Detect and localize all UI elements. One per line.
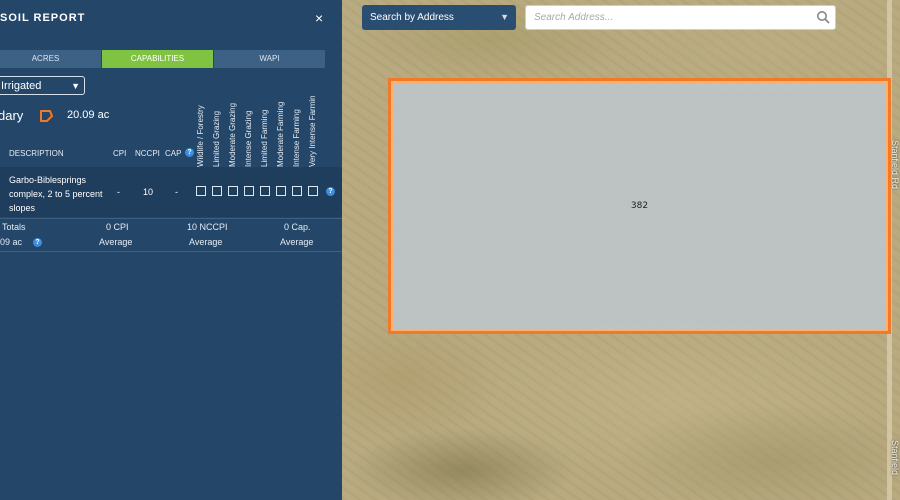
parcel-shape-icon <box>40 110 53 122</box>
capability-checkbox[interactable] <box>212 186 222 196</box>
soil-cap: - <box>175 187 178 197</box>
tab-wapi[interactable]: WAPI <box>214 50 325 68</box>
column-cap: CAP <box>165 149 182 158</box>
table-row[interactable]: Garbo-Biblesprings complex, 2 to 5 perce… <box>0 167 342 217</box>
capability-checkbox[interactable] <box>228 186 238 196</box>
table-header: DESCRIPTION CPI NCCPI CAP <box>0 144 342 164</box>
totals-label: Totals <box>2 222 26 232</box>
boundary-label: dary <box>0 108 24 123</box>
totals-nccpi: 10 NCCPI <box>187 222 228 232</box>
search-icon[interactable] <box>816 10 830 24</box>
boundary-acres: 20.09 ac <box>67 109 110 121</box>
panel-title: SOIL REPORT <box>0 12 86 24</box>
tab-capabilities[interactable]: CAPABILITIES <box>102 50 213 68</box>
help-icon[interactable]: ? <box>185 148 194 157</box>
capability-checkbox[interactable] <box>244 186 254 196</box>
totals-acres: 09 ac <box>0 237 23 247</box>
tab-bar: ACRES CAPABILITIES WAPI <box>0 50 326 68</box>
totals-cpi-sub: Average <box>99 237 133 247</box>
capability-checkbox[interactable] <box>276 186 286 196</box>
capability-checkbox[interactable] <box>196 186 206 196</box>
road-label: Stanfield <box>890 440 900 476</box>
soil-nccpi: 10 <box>143 187 154 197</box>
close-icon[interactable]: × <box>315 10 323 26</box>
tab-acres[interactable]: ACRES <box>0 50 101 68</box>
soil-report-panel: SOIL REPORT × ACRES CAPABILITIES WAPI Ir… <box>0 0 342 500</box>
soil-description: Garbo-Biblesprings complex, 2 to 5 perce… <box>9 175 103 213</box>
irrigation-select-value: Irrigated <box>1 80 42 92</box>
column-nccpi: NCCPI <box>135 149 160 158</box>
soil-cpi: - <box>117 187 120 197</box>
chevron-down-icon: ▼ <box>500 12 509 22</box>
capability-checkbox[interactable] <box>260 186 270 196</box>
parcel-label: 382 <box>630 201 649 211</box>
parcel-boundary[interactable]: 382 <box>388 78 891 334</box>
irrigation-select[interactable]: Irrigated ▼ <box>0 76 85 95</box>
totals-cpi: 0 CPI <box>106 222 129 232</box>
totals-cap: 0 Cap. <box>284 222 311 232</box>
totals-row: Totals 09 ac ? 0 CPI Average 10 NCCPI Av… <box>0 218 342 252</box>
totals-cap-sub: Average <box>280 237 314 247</box>
column-cpi: CPI <box>113 149 127 158</box>
capability-checkbox[interactable] <box>308 186 318 196</box>
search-mode-select[interactable]: Search by Address ▼ <box>362 5 516 30</box>
search-input[interactable] <box>525 5 836 30</box>
column-description: DESCRIPTION <box>9 149 64 158</box>
totals-nccpi-sub: Average <box>189 237 223 247</box>
capability-checkbox[interactable] <box>292 186 302 196</box>
help-icon[interactable]: ? <box>33 238 42 247</box>
road-label: Stanfield Rd <box>890 140 900 190</box>
help-icon[interactable]: ? <box>326 187 335 196</box>
search-mode-label: Search by Address <box>370 12 454 23</box>
chevron-down-icon: ▼ <box>71 81 80 91</box>
